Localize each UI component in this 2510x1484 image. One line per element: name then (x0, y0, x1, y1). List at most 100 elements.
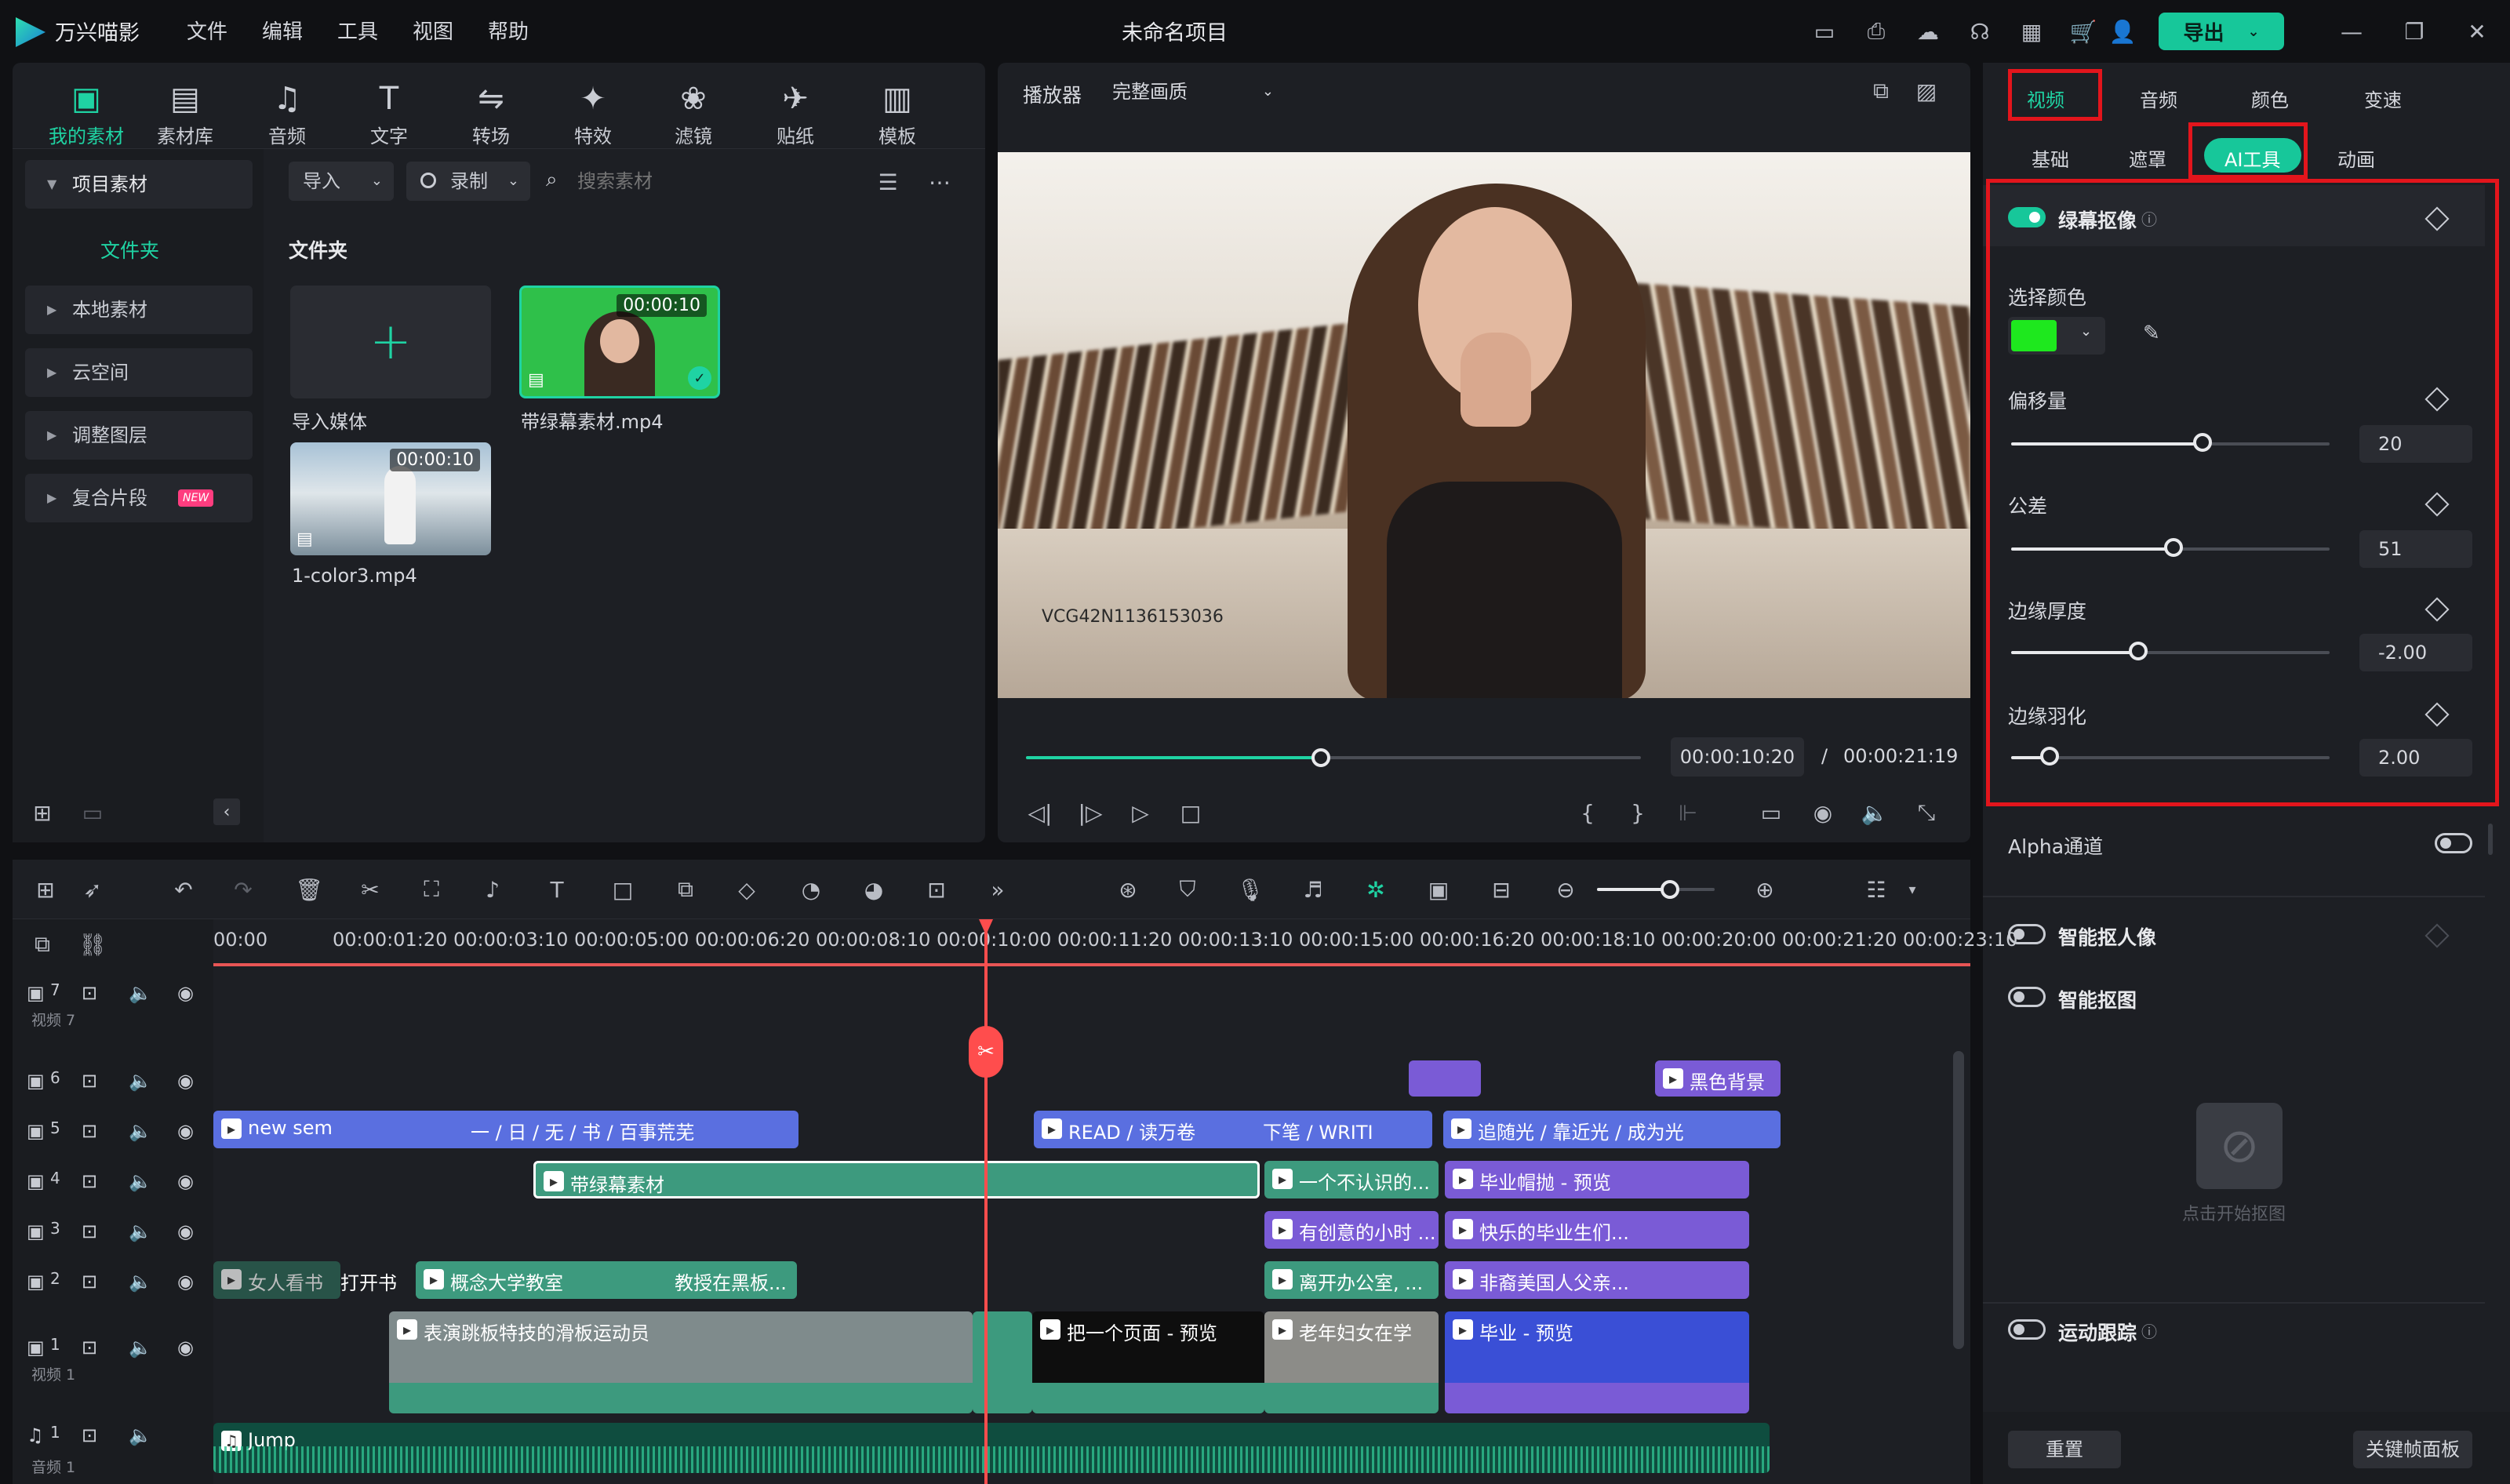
sidebar-folder[interactable]: 文件夹 (100, 235, 159, 264)
cart-icon[interactable]: 🛒 (2069, 17, 2097, 45)
alpha-channel-toggle[interactable] (2435, 833, 2472, 853)
motion-track-toggle[interactable] (2008, 1319, 2046, 1340)
redo-icon[interactable]: ↷ (229, 875, 257, 904)
effect-clip[interactable] (1409, 1060, 1481, 1097)
clip-creative-hour[interactable]: ▸ 有创意的小时 ... (1264, 1211, 1439, 1249)
delete-icon[interactable]: 🗑 (295, 875, 323, 904)
new-folder-icon[interactable]: ⊞ (28, 798, 56, 827)
volume-icon[interactable]: 🔈 (129, 1170, 152, 1192)
eye-icon[interactable]: ◉ (177, 1271, 194, 1293)
sidebar-cloud[interactable]: ▶ 云空间 (25, 348, 253, 397)
tab-color[interactable]: 颜色 (2251, 85, 2289, 112)
timeline-vertical-scrollbar[interactable] (1953, 1051, 1964, 1349)
menu-edit[interactable]: 编辑 (262, 16, 303, 45)
clip-woman-reading[interactable]: ▸ 女人看书 (213, 1261, 340, 1299)
menu-file[interactable]: 文件 (187, 16, 227, 45)
ai-icon[interactable]: ⊡ (922, 875, 951, 904)
layout-icon[interactable]: ▭ (1810, 17, 1839, 45)
sidebar-adjustment-layer[interactable]: ▶ 调整图层 (25, 411, 253, 460)
sidebar-local-media[interactable]: ▶ 本地素材 (25, 286, 253, 334)
tab-speed[interactable]: 变速 (2364, 85, 2402, 112)
record-dropdown[interactable]: 录制 ⌄ (406, 162, 530, 201)
render-icon[interactable]: ⊛ (1114, 875, 1142, 904)
sidebar-compound-clip[interactable]: ▶ 复合片段 NEW (25, 474, 253, 522)
subtab-basic[interactable]: 基础 (2032, 144, 2069, 172)
search-input[interactable] (577, 162, 844, 201)
clip-small[interactable] (973, 1311, 1032, 1413)
clip-text-write[interactable]: ▸下笔 / WRITI (1263, 1111, 1428, 1148)
help-icon[interactable]: ⓘ (2141, 1319, 2157, 1342)
collapse-sidebar-icon[interactable]: ‹ (213, 798, 240, 825)
close-icon[interactable]: ✕ (2463, 17, 2491, 45)
mark-out-icon[interactable]: } (1624, 798, 1652, 827)
clip-elderly-woman[interactable]: ▸ 老年妇女在学 (1264, 1311, 1439, 1413)
more-options-icon[interactable]: ⋯ (926, 168, 954, 196)
clip-open-book[interactable]: ▸打开书 (340, 1261, 413, 1299)
volume-icon[interactable]: 🔈 (129, 1070, 152, 1092)
add-track-icon[interactable]: ⧉ (28, 930, 56, 958)
menu-help[interactable]: 帮助 (488, 16, 529, 45)
clip-leave-office[interactable]: ▸ 离开办公室, ... (1264, 1261, 1439, 1299)
camera-icon[interactable]: ◉ (1809, 798, 1837, 827)
tag-icon[interactable]: ◇ (733, 875, 761, 904)
volume-icon[interactable]: 🔈 (129, 982, 152, 1004)
unlink-icon[interactable]: ⛓ (78, 930, 107, 958)
microphone-icon[interactable]: 🎙 (1236, 875, 1264, 904)
shield-marker-icon[interactable]: ⛉ (1173, 875, 1202, 904)
crop-icon[interactable]: ⛶ (417, 875, 446, 904)
pip-icon[interactable]: ▣ (1424, 875, 1453, 904)
headset-icon[interactable]: ☊ (1966, 17, 1994, 45)
subtab-animation[interactable]: 动画 (2337, 144, 2375, 172)
save-icon[interactable]: ⎙ (1862, 17, 1890, 45)
eye-icon[interactable]: ◉ (177, 1337, 194, 1359)
clip-greenscreen[interactable]: ▸ 带绿幕素材 (533, 1161, 1260, 1198)
lock-icon[interactable]: ⊡ (82, 1337, 97, 1359)
menu-tools[interactable]: 工具 (337, 16, 378, 45)
sidebar-project-media[interactable]: ▼ 项目素材 (25, 160, 253, 209)
zoom-out-icon[interactable]: ⊖ (1551, 875, 1580, 904)
cloud-icon[interactable]: ☁ (1914, 17, 1942, 45)
smart-cutout-toggle[interactable] (2008, 987, 2046, 1007)
lock-icon[interactable]: ⊡ (82, 1424, 97, 1446)
apps-grid-icon[interactable]: ▦ (2017, 17, 2046, 45)
chevron-down-icon[interactable]: ⌄ (2247, 24, 2259, 40)
undo-icon[interactable]: ↶ (169, 875, 198, 904)
image-icon[interactable]: ▨ (1912, 77, 1941, 105)
playhead[interactable] (984, 919, 988, 1484)
volume-icon[interactable]: 🔈 (129, 1271, 152, 1293)
volume-icon[interactable]: 🔈 (129, 1337, 152, 1359)
clip-audio-jump[interactable]: ♫ Jump (213, 1423, 1770, 1473)
export-button[interactable]: 导出 ⌄ (2159, 13, 2284, 50)
video-preview[interactable]: VCG42N1136153036 (998, 152, 1970, 698)
lock-icon[interactable]: ⊡ (82, 1070, 97, 1092)
clip-stranger[interactable]: ▸ 一个不认识的... (1264, 1161, 1439, 1198)
volume-icon[interactable]: 🔈 (1861, 798, 1889, 827)
playhead-scissors-icon[interactable]: ✂ (969, 1026, 1003, 1078)
clip-graduation[interactable]: ▸ 毕业 - 预览 (1445, 1311, 1749, 1413)
fullscreen-icon[interactable]: ⤡ (1912, 798, 1941, 827)
cutout-icon[interactable]: ⊘ (2196, 1103, 2283, 1189)
clip-text-follow-light[interactable]: ▸ 追随光 / 靠近光 / 成为光 (1443, 1111, 1781, 1148)
speed-icon[interactable]: ◔ (797, 875, 825, 904)
track-layout-icon[interactable]: ☷ (1862, 875, 1890, 904)
audio-edit-icon[interactable]: ♪ (478, 875, 507, 904)
volume-icon[interactable]: 🔈 (129, 1220, 152, 1242)
quality-dropdown[interactable]: 完整画质 ⌄ (1095, 72, 1283, 111)
eye-icon[interactable]: ◉ (177, 1170, 194, 1192)
more-tools-icon[interactable]: » (984, 875, 1012, 904)
import-dropdown[interactable]: 导入 ⌄ (289, 162, 394, 201)
snap-icon[interactable]: ✲ (1362, 875, 1390, 904)
music-list-icon[interactable]: ♬ (1299, 875, 1327, 904)
import-media-tile[interactable]: + (290, 286, 491, 398)
next-frame-icon[interactable]: |▷ (1076, 798, 1104, 827)
media-item-greenscreen[interactable]: 00:00:10 ▤ ✓ (519, 286, 720, 398)
previous-frame-icon[interactable]: ◁| (1026, 798, 1054, 827)
clip-skateboarder[interactable]: ▸ 表演跳板特技的滑板运动员 (389, 1311, 973, 1413)
restore-icon[interactable]: ❐ (2400, 17, 2428, 45)
zoom-in-icon[interactable]: ⊕ (1751, 875, 1779, 904)
reset-button[interactable]: 重置 (2008, 1431, 2121, 1468)
eye-icon[interactable]: ◉ (177, 1120, 194, 1142)
snapshot-compare-icon[interactable]: ⧉ (1867, 77, 1895, 105)
clip-graduation-hat[interactable]: ▸ 毕业帽抛 - 预览 (1445, 1161, 1749, 1198)
mark-in-icon[interactable]: { (1573, 798, 1602, 827)
